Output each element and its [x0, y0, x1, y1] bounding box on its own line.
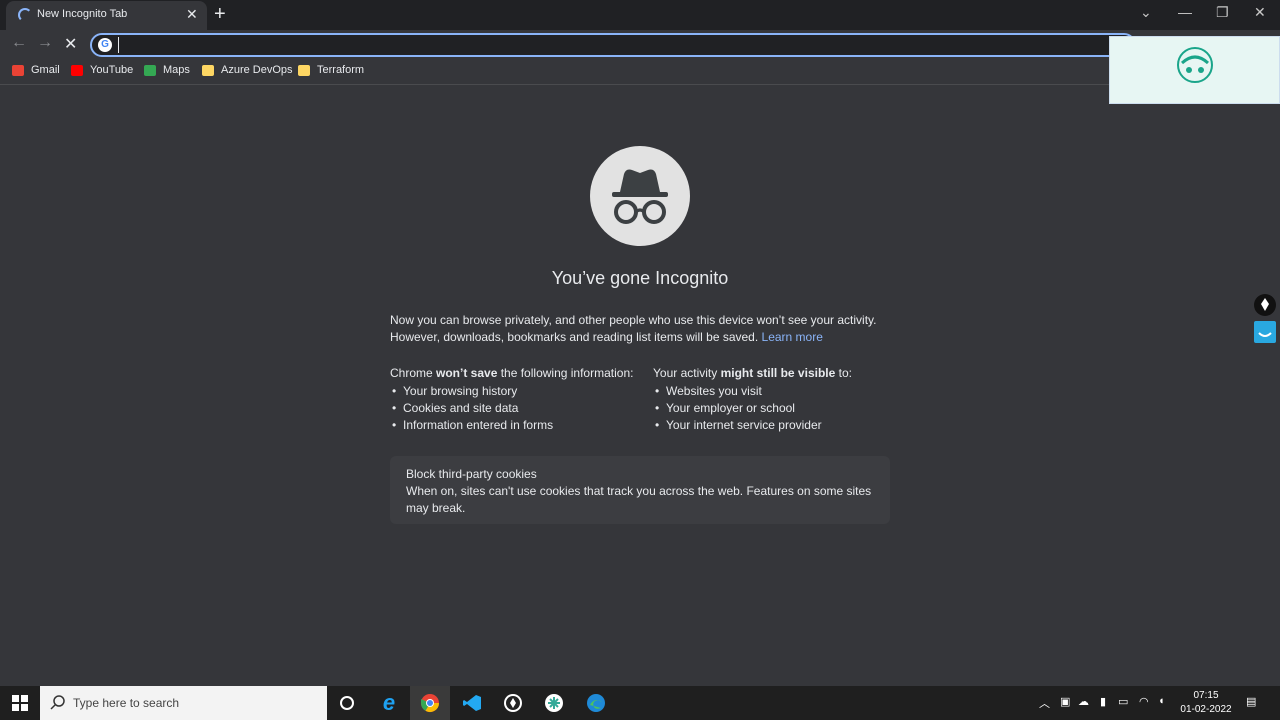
loading-spinner-icon: [18, 8, 32, 22]
google-icon: G: [98, 38, 112, 52]
search-icon: [50, 695, 65, 710]
list-item: Your employer or school: [653, 400, 852, 417]
taskbar-clock[interactable]: 07:15 01-02-2022: [1176, 689, 1236, 717]
internet-explorer-icon[interactable]: e: [369, 686, 409, 720]
wont-save-column: Chrome won’t save the following informat…: [390, 366, 633, 434]
list-item: Cookies and site data: [390, 400, 633, 417]
stop-loading-icon[interactable]: ✕: [64, 34, 77, 54]
bookmark-gmail[interactable]: Gmail: [12, 64, 60, 76]
bookmark-youtube[interactable]: YouTube: [71, 64, 133, 76]
microphone-icon[interactable]: ▮: [1100, 695, 1106, 708]
bookmark-label: Maps: [163, 64, 190, 76]
tab-close-icon[interactable]: ✕: [186, 6, 198, 22]
list-item: Your browsing history: [390, 383, 633, 400]
clock-date: 01-02-2022: [1180, 704, 1232, 715]
tab-new-incognito[interactable]: New Incognito Tab ✕: [6, 1, 207, 30]
onedrive-icon[interactable]: ☁: [1078, 695, 1089, 708]
volume-icon[interactable]: ◖: [1158, 695, 1165, 707]
wifi-icon[interactable]: ◠: [1139, 695, 1149, 708]
bookmark-azure-devops[interactable]: Azure DevOps: [202, 64, 293, 76]
vscode-icon[interactable]: [452, 686, 492, 720]
new-tab-button[interactable]: +: [214, 3, 226, 26]
back-arrow-icon[interactable]: ←: [11, 34, 27, 52]
tab-title: New Incognito Tab: [37, 8, 128, 20]
list-item: Websites you visit: [653, 383, 852, 400]
minimize-button[interactable]: —: [1178, 4, 1192, 20]
chrome-icon[interactable]: [410, 686, 450, 720]
close-window-button[interactable]: ✕: [1254, 4, 1266, 21]
webcam-overlay: [1109, 36, 1280, 104]
maps-icon: [144, 64, 156, 76]
still-visible-heading: Your activity might still be visible to:: [653, 366, 852, 380]
title-bar: New Incognito Tab ✕ + ⌄ — ❐ ✕: [0, 0, 1280, 30]
learn-more-link[interactable]: Learn more: [762, 330, 823, 344]
taskbar: Type here to search e ︿ ▣ ☁ ▮ ▭ ◠ ◖ 07:1…: [0, 686, 1280, 720]
taskbar-search[interactable]: Type here to search: [40, 686, 327, 720]
edge-icon[interactable]: [576, 686, 616, 720]
folder-icon: [298, 64, 310, 76]
bookmark-label: Gmail: [31, 64, 60, 76]
intro-line-2: However, downloads, bookmarks and readin…: [390, 329, 890, 346]
folder-icon: [202, 64, 214, 76]
list-item: Information entered in forms: [390, 417, 633, 434]
forward-arrow-icon[interactable]: →: [37, 34, 53, 52]
gmail-icon: [12, 64, 24, 76]
block-cookies-card[interactable]: Block third-party cookies When on, sites…: [390, 456, 890, 524]
pen-app-icon[interactable]: [493, 686, 533, 720]
intro-line-1: Now you can browse privately, and other …: [390, 313, 877, 327]
bookmark-label: Azure DevOps: [221, 64, 293, 76]
overlay-logo-icon: [1177, 47, 1213, 83]
taskbar-search-placeholder: Type here to search: [73, 696, 180, 710]
youtube-icon: [71, 64, 83, 76]
windows-start-icon[interactable]: [0, 686, 40, 720]
incognito-icon: [590, 146, 690, 246]
card-body: When on, sites can't use cookies that tr…: [406, 484, 872, 515]
bookmarks-bar: Gmail YouTube Maps Azure DevOps Terrafor…: [0, 58, 1280, 85]
page-title: You’ve gone Incognito: [551, 268, 729, 288]
toolbar: ← → ✕ G: [0, 30, 1280, 58]
tab-search-icon[interactable]: ⌄: [1140, 4, 1152, 21]
battery-icon[interactable]: ▭: [1118, 695, 1128, 708]
intro-paragraph: Now you can browse privately, and other …: [390, 312, 890, 346]
tray-device-icon[interactable]: ▣: [1060, 695, 1070, 708]
smile-widget-icon[interactable]: [1254, 321, 1276, 343]
bookmark-label: Terraform: [317, 64, 365, 76]
still-visible-column: Your activity might still be visible to:…: [653, 366, 852, 434]
cortana-icon[interactable]: [327, 686, 367, 720]
omnibox[interactable]: G: [90, 33, 1136, 57]
card-title: Block third-party cookies: [406, 467, 537, 481]
wont-save-heading: Chrome won’t save the following informat…: [390, 366, 634, 380]
bookmark-terraform[interactable]: Terraform: [298, 64, 364, 76]
tray-chevron-icon[interactable]: ︿: [1039, 695, 1050, 711]
address-input[interactable]: [118, 37, 1018, 53]
notifications-icon[interactable]: ▤: [1246, 695, 1256, 708]
clock-time: 07:15: [1193, 690, 1219, 701]
bookmark-maps[interactable]: Maps: [144, 64, 190, 76]
bookmark-label: YouTube: [90, 64, 134, 76]
intro-line-2-text: However, downloads, bookmarks and readin…: [390, 330, 759, 344]
snip-app-icon[interactable]: [534, 686, 574, 720]
pen-icon[interactable]: [1254, 294, 1276, 316]
restore-button[interactable]: ❐: [1216, 4, 1229, 21]
list-item: Your internet service provider: [653, 417, 852, 434]
